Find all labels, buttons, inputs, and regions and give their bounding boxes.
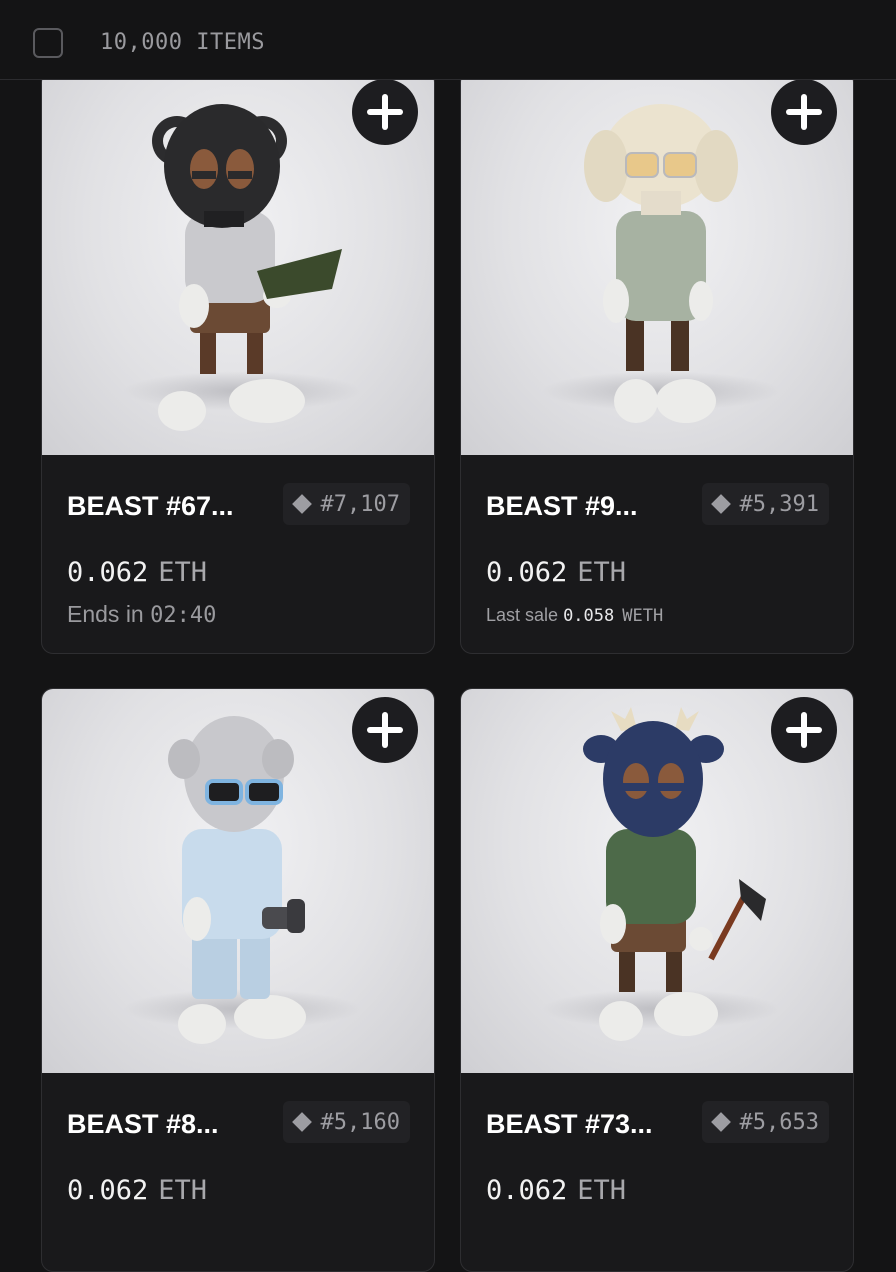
- ends-time: 02:40: [150, 603, 217, 628]
- plus-icon: [786, 94, 822, 130]
- nft-title[interactable]: BEAST #67...: [67, 491, 234, 522]
- rarity-diamond-icon: [710, 1112, 731, 1132]
- last-sale-currency: WETH: [622, 606, 664, 626]
- price-value: 0.062: [486, 1175, 568, 1206]
- plus-icon: [367, 94, 403, 130]
- price-currency: ETH: [158, 557, 208, 588]
- rarity-rank: #7,107: [320, 491, 400, 517]
- rarity-rank-badge: #7,107: [282, 483, 410, 525]
- price: 0.062 ETH: [486, 1175, 626, 1206]
- price-currency: ETH: [577, 1175, 627, 1206]
- price-currency: ETH: [577, 557, 627, 588]
- nft-card[interactable]: BEAST #73... #5,653 0.062 ETH: [460, 688, 854, 1272]
- price-value: 0.062: [67, 557, 149, 588]
- last-sale: Last sale 0.058 WETH: [486, 605, 663, 626]
- nft-title[interactable]: BEAST #8...: [67, 1109, 219, 1140]
- ends-label: Ends in: [67, 601, 144, 627]
- price: 0.062 ETH: [67, 1175, 207, 1206]
- rarity-diamond-icon: [710, 494, 731, 514]
- add-to-cart-button[interactable]: [352, 697, 418, 763]
- nft-title[interactable]: BEAST #9...: [486, 491, 638, 522]
- add-to-cart-button[interactable]: [771, 697, 837, 763]
- price-currency: ETH: [158, 1175, 208, 1206]
- price-value: 0.062: [67, 1175, 149, 1206]
- rarity-rank-badge: #5,391: [701, 483, 829, 525]
- nft-card[interactable]: BEAST #9... #5,391 0.062 ETH Last sale 0.…: [460, 70, 854, 654]
- nft-card[interactable]: BEAST #8... #5,160 0.062 ETH: [41, 688, 435, 1272]
- rarity-rank: #5,160: [320, 1109, 400, 1135]
- rarity-rank-badge: #5,160: [282, 1101, 410, 1143]
- rarity-diamond-icon: [291, 494, 312, 514]
- rarity-diamond-icon: [291, 1112, 312, 1132]
- plus-icon: [367, 712, 403, 748]
- add-to-cart-button[interactable]: [771, 79, 837, 145]
- rarity-rank: #5,653: [739, 1109, 819, 1135]
- rarity-rank: #5,391: [739, 491, 819, 517]
- add-to-cart-button[interactable]: [352, 79, 418, 145]
- last-sale-label: Last sale: [486, 605, 559, 625]
- select-all-checkbox[interactable]: [33, 28, 63, 58]
- items-count: 10,000 ITEMS: [100, 30, 265, 55]
- price: 0.062 ETH: [486, 557, 626, 588]
- collection-toolbar: 10,000 ITEMS: [0, 0, 896, 80]
- nft-title[interactable]: BEAST #73...: [486, 1109, 653, 1140]
- auction-ends: Ends in 02:40: [67, 601, 216, 628]
- plus-icon: [786, 712, 822, 748]
- price-value: 0.062: [486, 557, 568, 588]
- last-sale-value: 0.058: [563, 606, 615, 626]
- nft-card[interactable]: BEAST #67... #7,107 0.062 ETH Ends in 02:…: [41, 70, 435, 654]
- rarity-rank-badge: #5,653: [701, 1101, 829, 1143]
- price: 0.062 ETH: [67, 557, 207, 588]
